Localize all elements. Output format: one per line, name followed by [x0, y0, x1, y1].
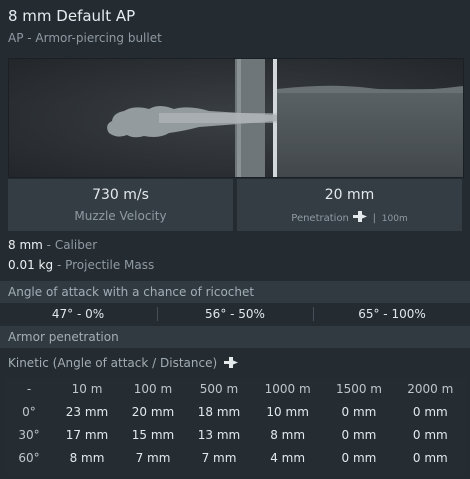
separator: | [372, 213, 376, 224]
table-cell: 0 mm [341, 427, 377, 442]
table-cell: 0 mm [341, 450, 377, 465]
ammo-title: 8 mm Default AP [8, 7, 136, 25]
ricochet-value-1: 47° - 0% [51, 307, 105, 321]
table-cell: 18 mm [197, 404, 241, 419]
column-header: 100 m [133, 382, 173, 396]
ricochet-heading: Angle of attack with a chance of ricoche… [0, 281, 470, 303]
table-cell: 0 mm [341, 404, 377, 419]
penetration-preview-image [8, 58, 464, 178]
penetration-value: 20 mm [324, 187, 375, 203]
table-cell: 23 mm [65, 404, 109, 419]
row-angle: 60° [18, 450, 40, 465]
table-row: 0° 23 mm 20 mm 18 mm 10 mm 0 mm 0 mm [4, 400, 466, 423]
mass-label: Projectile Mass [65, 258, 155, 272]
column-header: 1500 m [335, 382, 382, 396]
column-header: 10 m [71, 382, 103, 396]
table-cell: 13 mm [197, 427, 241, 442]
caliber-line: 8 mm - Caliber [8, 238, 98, 252]
row-angle: 0° [22, 404, 36, 419]
mass-value: 0.01 kg [8, 258, 54, 272]
ricochet-value-3: 65° - 100% [358, 307, 426, 321]
table-corner: - [26, 382, 32, 396]
penetration-label: Penetration [291, 213, 349, 224]
muzzle-velocity-value: 730 m/s [92, 187, 149, 203]
kinetic-label: Kinetic (Angle of attack / Distance) [8, 356, 218, 370]
table-cell: 17 mm [65, 427, 109, 442]
table-cell: 0 mm [412, 404, 448, 419]
mass-line: 0.01 kg - Projectile Mass [8, 258, 155, 272]
column-header: 500 m [199, 382, 239, 396]
column-header: 2000 m [407, 382, 454, 396]
armor-penetration-heading: Armor penetration [0, 326, 470, 348]
kinetic-line: Kinetic (Angle of attack / Distance) [8, 356, 238, 371]
table-cell: 8 mm [270, 427, 306, 442]
table-header-row: - 10 m 100 m 500 m 1000 m 1500 m 2000 m [4, 378, 466, 400]
penetration-distance: 100m [381, 214, 408, 224]
caliber-label: Caliber [54, 238, 98, 252]
table-cell: 0 mm [412, 427, 448, 442]
table-cell: 4 mm [270, 450, 306, 465]
penetration-detail: Penetration | 100m [237, 210, 462, 225]
ricochet-values: 47° - 0% 56° - 50% 65° - 100% [0, 305, 470, 323]
penetration-icon [223, 356, 238, 371]
table-cell: 8 mm [69, 450, 105, 465]
caliber-value: 8 mm [8, 238, 43, 252]
row-angle: 30° [18, 427, 40, 442]
ammo-subtitle: AP - Armor-piercing bullet [8, 31, 162, 45]
penetration-icon [352, 210, 367, 225]
table-row: 60° 8 mm 7 mm 7 mm 4 mm 0 mm 0 mm [4, 446, 466, 469]
table-cell: 15 mm [131, 427, 175, 442]
table-cell: 7 mm [201, 450, 237, 465]
muzzle-velocity-label: Muzzle Velocity [74, 209, 167, 223]
table-cell: 0 mm [412, 450, 448, 465]
ricochet-value-2: 56° - 50% [205, 307, 265, 321]
penetration-box: 20 mm Penetration | 100m [237, 179, 462, 231]
table-cell: 10 mm [266, 404, 309, 419]
table-cell: 20 mm [131, 404, 175, 419]
table-cell: 7 mm [135, 450, 171, 465]
muzzle-velocity-box: 730 m/s Muzzle Velocity [8, 179, 233, 231]
column-header: 1000 m [264, 382, 311, 396]
penetration-table: - 10 m 100 m 500 m 1000 m 1500 m 2000 m … [4, 378, 466, 469]
table-row: 30° 17 mm 15 mm 13 mm 8 mm 0 mm 0 mm [4, 423, 466, 446]
